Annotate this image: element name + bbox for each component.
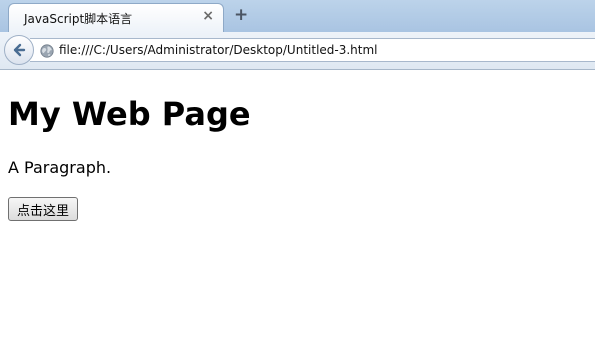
page-content: My Web Page A Paragraph. 点击这里 [0,71,595,354]
plus-icon[interactable]: + [234,6,248,24]
page-heading: My Web Page [8,95,251,133]
address-bar[interactable]: file:///C:/Users/Administrator/Desktop/U… [30,38,595,62]
globe-icon [40,43,54,62]
navigation-bar: file:///C:/Users/Administrator/Desktop/U… [0,32,595,70]
url-text: file:///C:/Users/Administrator/Desktop/U… [59,43,378,57]
tab-strip: JavaScript脚本语言 × + [0,0,595,32]
back-button[interactable] [4,35,34,65]
back-arrow-icon [13,43,26,57]
browser-window: JavaScript脚本语言 × + file:///C:/Users/Admi… [0,0,595,354]
tab-title: JavaScript脚本语言 [24,12,133,26]
page-paragraph: A Paragraph. [8,158,112,177]
tab-active[interactable]: JavaScript脚本语言 × [8,3,224,32]
click-here-button[interactable]: 点击这里 [8,197,79,221]
close-icon[interactable]: × [202,8,214,24]
